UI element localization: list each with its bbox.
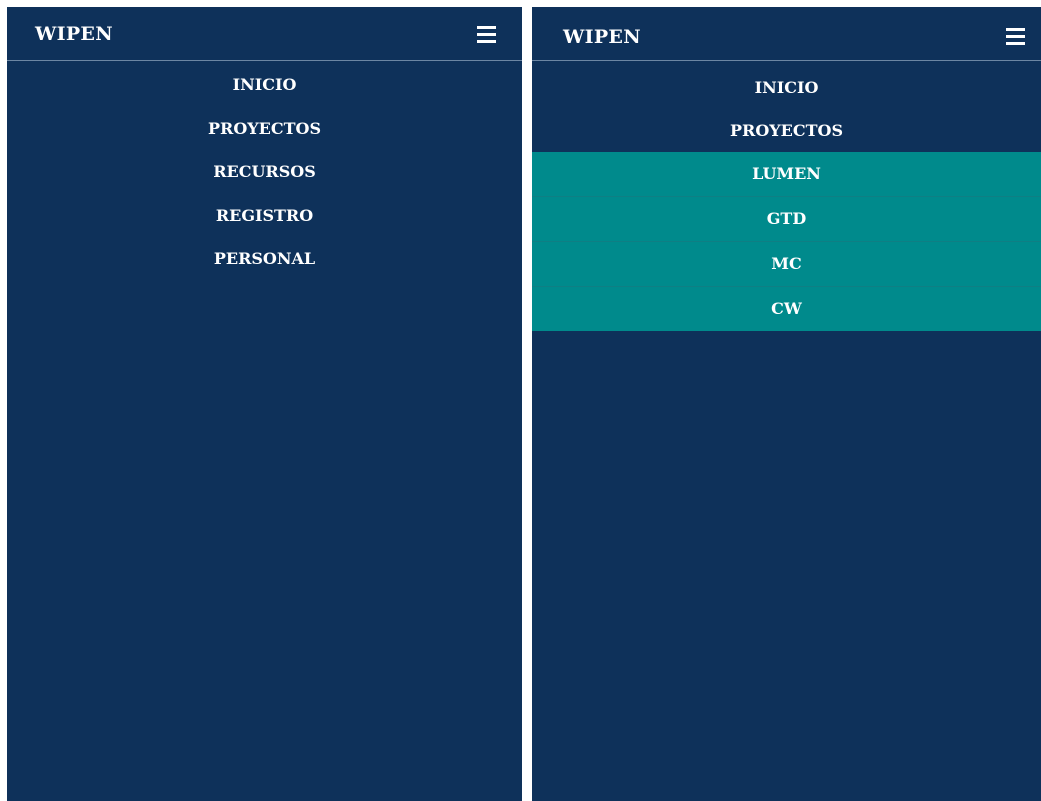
brand-logo[interactable]: WIPEN bbox=[563, 26, 641, 48]
menu-item-proyectos[interactable]: PROYECTOS bbox=[7, 107, 522, 151]
submenu-item-gtd[interactable]: GTD bbox=[532, 197, 1041, 242]
menu-item-personal[interactable]: PERSONAL bbox=[7, 237, 522, 281]
menu-item-recursos[interactable]: RECURSOS bbox=[7, 150, 522, 194]
hamburger-line bbox=[477, 26, 496, 29]
hamburger-icon[interactable] bbox=[477, 26, 496, 43]
nav-menu: INICIO PROYECTOS RECURSOS REGISTRO PERSO… bbox=[7, 61, 522, 281]
navbar-header: WIPEN bbox=[532, 7, 1041, 61]
hamburger-line bbox=[1006, 42, 1025, 45]
mobile-nav-left: WIPEN INICIO PROYECTOS RECURSOS REGISTRO… bbox=[7, 7, 522, 801]
submenu-item-lumen[interactable]: LUMEN bbox=[532, 152, 1041, 197]
hamburger-line bbox=[1006, 35, 1025, 38]
brand-logo[interactable]: WIPEN bbox=[35, 23, 113, 45]
navbar-header: WIPEN bbox=[7, 7, 522, 61]
nav-menu: INICIO PROYECTOS bbox=[532, 61, 1041, 152]
menu-item-inicio[interactable]: INICIO bbox=[532, 66, 1041, 109]
hamburger-line bbox=[1006, 28, 1025, 31]
menu-item-registro[interactable]: REGISTRO bbox=[7, 194, 522, 238]
hamburger-line bbox=[477, 40, 496, 43]
submenu-item-cw[interactable]: CW bbox=[532, 287, 1041, 331]
hamburger-line bbox=[477, 33, 496, 36]
menu-item-proyectos[interactable]: PROYECTOS bbox=[532, 109, 1041, 152]
submenu-item-mc[interactable]: MC bbox=[532, 242, 1041, 287]
menu-item-inicio[interactable]: INICIO bbox=[7, 63, 522, 107]
hamburger-icon[interactable] bbox=[1006, 28, 1025, 45]
mobile-nav-right: WIPEN INICIO PROYECTOS LUMEN GTD MC CW bbox=[532, 7, 1041, 801]
proyectos-dropdown: LUMEN GTD MC CW bbox=[532, 152, 1041, 331]
